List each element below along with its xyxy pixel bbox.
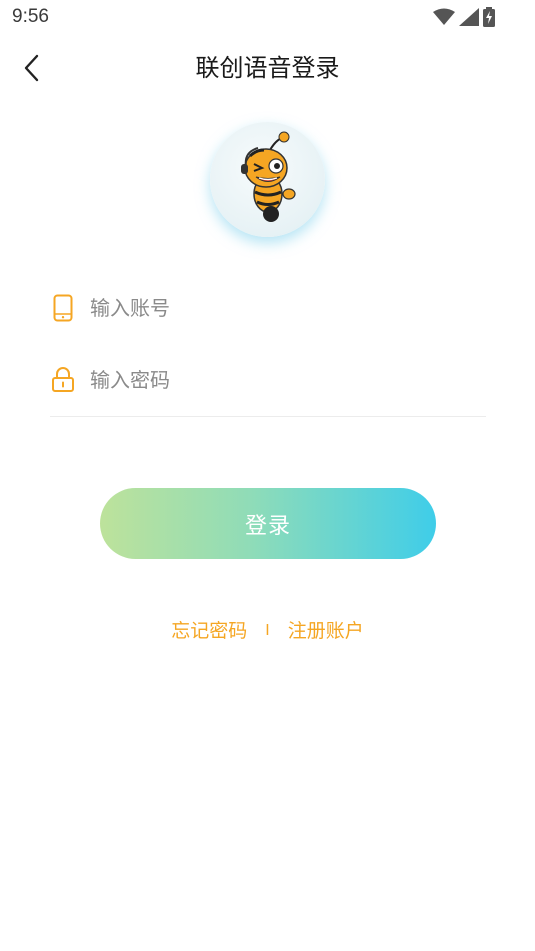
battery-charging-icon: [483, 7, 495, 31]
avatar: [210, 122, 325, 237]
wifi-icon: [433, 8, 455, 30]
password-input[interactable]: [90, 368, 470, 392]
forgot-password-link[interactable]: 忘记密码: [171, 620, 247, 642]
account-field-row: [50, 283, 486, 333]
page-title: 联创语音登录: [195, 54, 340, 82]
phone-icon: [50, 293, 76, 323]
status-icons: [433, 7, 495, 31]
lock-icon: [50, 365, 76, 395]
login-button[interactable]: 登录: [100, 488, 436, 559]
login-page: 9:56 联创语音登录 输入账号 登录 忘记密码 I 注册账户: [0, 0, 535, 951]
auth-links: 忘记密码 I 注册账户: [0, 616, 535, 643]
bee-mascot-logo: [241, 131, 296, 222]
password-field-row: [50, 355, 486, 405]
account-input[interactable]: [90, 296, 470, 320]
status-bar: 9:56: [0, 0, 535, 36]
link-separator: I: [265, 621, 270, 639]
signal-icon: [459, 8, 479, 30]
field-divider: [50, 416, 486, 417]
status-time: 9:56: [12, 6, 49, 27]
register-link[interactable]: 注册账户: [288, 620, 364, 642]
